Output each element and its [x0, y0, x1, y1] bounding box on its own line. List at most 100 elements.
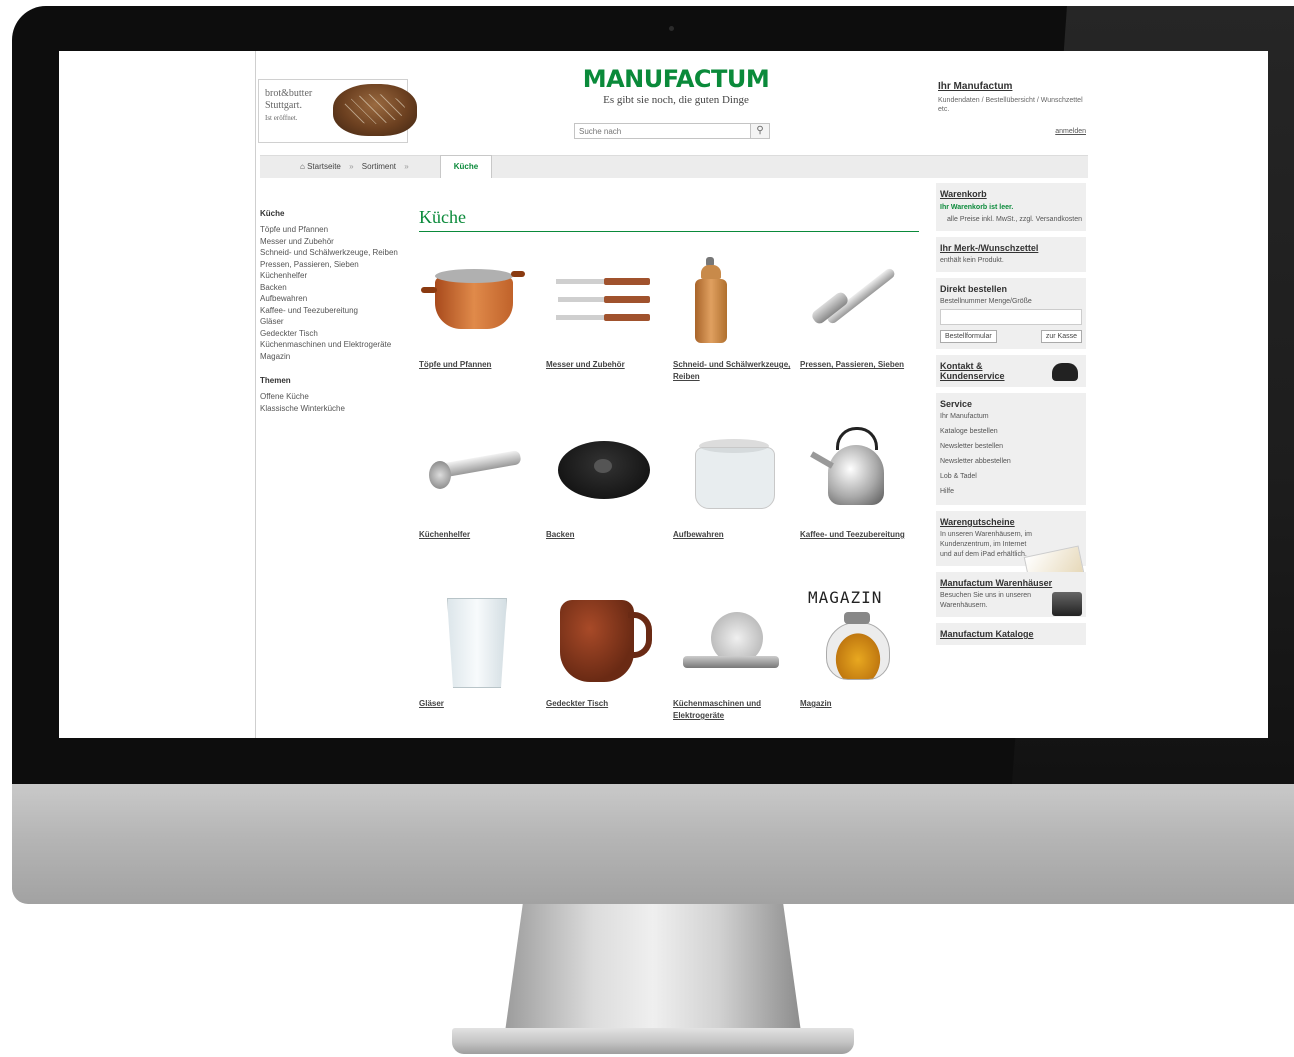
product-tile[interactable]: Pressen, Passieren, Sieben	[800, 247, 918, 371]
search-input[interactable]	[574, 123, 768, 139]
press-image	[800, 247, 918, 359]
breadcrumb-sortiment[interactable]: Sortiment	[362, 162, 396, 171]
service-item[interactable]: Hilfe	[940, 484, 1082, 499]
left-nav-item[interactable]: Gedeckter Tisch	[260, 328, 408, 340]
left-nav-item[interactable]: Aufbewahren	[260, 293, 408, 305]
cart-empty-text: Ihr Warenkorb ist leer.	[940, 204, 1014, 211]
web-page: brot&butter Stuttgart. Ist eröffnet. MAN…	[255, 51, 1268, 738]
title-underline	[419, 231, 919, 232]
stores-title[interactable]: Manufactum Warenhäuser	[940, 578, 1082, 588]
contact-box: Kontakt & Kundenservice	[936, 355, 1086, 387]
direct-order-box: Direkt bestellen Bestellnummer Menge/Grö…	[936, 278, 1086, 349]
product-caption[interactable]: Küchenmaschinen und Elektrogeräte	[673, 698, 791, 722]
teapot-image: MAGAZIN	[800, 586, 918, 698]
left-nav-item[interactable]: Schneid- und Schälwerkzeuge, Reiben	[260, 247, 408, 259]
right-sidebar: Warenkorb Ihr Warenkorb ist leer. alle P…	[936, 183, 1086, 651]
product-caption[interactable]: Küchenhelfer	[419, 529, 537, 541]
service-box: Service Ihr Manufactum Kataloge bestelle…	[936, 393, 1086, 505]
service-item[interactable]: Lob & Tadel	[940, 469, 1082, 484]
product-caption[interactable]: Töpfe und Pfannen	[419, 359, 537, 371]
themes-heading: Themen	[260, 376, 291, 385]
service-item[interactable]: Newsletter bestellen	[940, 439, 1082, 454]
order-number-input[interactable]	[940, 309, 1082, 325]
monitor-stand-neck	[505, 904, 801, 1032]
page-title: Küche	[419, 207, 466, 227]
store-building-image	[1052, 592, 1082, 616]
product-caption[interactable]: Schneid- und Schälwerkzeuge, Reiben	[673, 359, 791, 383]
left-nav-item[interactable]: Backen	[260, 282, 408, 294]
wishlist-title[interactable]: Ihr Merk-/Wunschzettel	[940, 243, 1082, 253]
ad-line-2: Stuttgart.	[265, 100, 302, 111]
product-caption[interactable]: Kaffee- und Teezubereitung	[800, 529, 918, 541]
product-tile[interactable]: Küchenhelfer	[419, 417, 537, 541]
stores-box: Manufactum Warenhäuser Besuchen Sie uns …	[936, 572, 1086, 617]
product-caption[interactable]: Pressen, Passieren, Sieben	[800, 359, 918, 371]
product-tile[interactable]: Aufbewahren	[673, 417, 791, 541]
service-item[interactable]: Kataloge bestellen	[940, 424, 1082, 439]
catalogs-title[interactable]: Manufactum Kataloge	[940, 629, 1082, 639]
product-tile[interactable]: MAGAZIN Magazin	[800, 586, 918, 710]
product-tile[interactable]: Gläser	[419, 586, 537, 710]
service-item[interactable]: Newsletter abbestellen	[940, 454, 1082, 469]
product-tile[interactable]: Kaffee- und Teezubereitung	[800, 417, 918, 541]
logo-tagline: Es gibt sie noch, die guten Dinge	[603, 94, 749, 106]
vouchers-box: Warengutscheine In unseren Warenhäusern,…	[936, 511, 1086, 585]
vouchers-text: In unseren Warenhäusern, im Kundenzentru…	[940, 531, 1032, 558]
login-link[interactable]: anmelden	[1055, 128, 1086, 135]
magazin-logo: MAGAZIN	[808, 588, 883, 607]
account-link[interactable]: Ihr Manufactum	[938, 81, 1090, 92]
product-tile[interactable]: Gedeckter Tisch	[546, 586, 664, 710]
product-caption[interactable]: Messer und Zubehör	[546, 359, 664, 371]
order-form-button[interactable]: Bestellformular	[940, 330, 997, 343]
ad-text: brot&butter Stuttgart. Ist eröffnet.	[265, 88, 327, 124]
left-nav-item[interactable]: Kaffee- und Teezubereitung	[260, 305, 408, 317]
account-box: Ihr Manufactum Kundendaten / Bestellüber…	[938, 81, 1090, 135]
product-tile[interactable]: Küchenmaschinen und Elektrogeräte	[673, 586, 791, 722]
product-caption[interactable]: Gedeckter Tisch	[546, 698, 664, 710]
kettle-image	[800, 417, 918, 529]
product-caption[interactable]: Backen	[546, 529, 664, 541]
left-nav-spacer	[260, 362, 408, 376]
left-nav-item[interactable]: Magazin	[260, 351, 408, 363]
left-nav-item[interactable]: Pressen, Passieren, Sieben	[260, 259, 408, 271]
service-item[interactable]: Ihr Manufactum	[940, 409, 1082, 424]
breadcrumb-bar: ⌂ Startseite » Sortiment » Küche	[260, 155, 1088, 178]
breadcrumb-current-tab[interactable]: Küche	[440, 155, 492, 178]
breadcrumb-home[interactable]: Startseite	[307, 162, 341, 171]
direct-order-title: Direkt bestellen	[940, 284, 1008, 294]
monitor-stand-foot	[452, 1028, 854, 1054]
ad-banner-brot-butter[interactable]: brot&butter Stuttgart. Ist eröffnet.	[258, 79, 417, 143]
breadcrumb-separator-icon: »	[404, 162, 409, 171]
vouchers-title[interactable]: Warengutscheine	[940, 517, 1082, 527]
checkout-button[interactable]: zur Kasse	[1040, 330, 1082, 343]
product-tile[interactable]: Schneid- und Schälwerkzeuge, Reiben	[673, 247, 791, 383]
wishlist-box: Ihr Merk-/Wunschzettel enthält kein Prod…	[936, 237, 1086, 272]
search-button[interactable]: ⚲	[750, 123, 770, 139]
left-nav-item[interactable]: Messer und Zubehör	[260, 236, 408, 248]
product-tile[interactable]: Messer und Zubehör	[546, 247, 664, 371]
wishlist-text: enthält kein Produkt.	[940, 257, 1004, 264]
left-nav-item[interactable]: Küchenhelfer	[260, 270, 408, 282]
left-nav-item[interactable]: Töpfe und Pfannen	[260, 224, 408, 236]
bread-image	[333, 84, 417, 136]
product-caption[interactable]: Aufbewahren	[673, 529, 791, 541]
service-title: Service	[940, 399, 973, 409]
direct-order-columns: Bestellnummer Menge/Größe	[940, 298, 1032, 305]
camera-dot	[669, 26, 674, 31]
product-caption[interactable]: Magazin	[800, 698, 918, 710]
telephone-icon	[1052, 363, 1078, 381]
product-tile[interactable]: Backen	[546, 417, 664, 541]
theme-item[interactable]: Offene Küche	[260, 391, 408, 403]
contact-title[interactable]: Kontakt & Kundenservice	[940, 361, 1040, 381]
site-logo[interactable]: MANUFACTUM Es gibt sie noch, die guten D…	[576, 66, 776, 106]
cart-title[interactable]: Warenkorb	[940, 189, 1082, 199]
left-nav-item[interactable]: Gläser	[260, 316, 408, 328]
theme-item[interactable]: Klassische Winterküche	[260, 403, 408, 415]
baking-tin-image	[546, 417, 664, 529]
ad-line-3: Ist eröffnet.	[265, 114, 298, 122]
product-caption[interactable]: Gläser	[419, 698, 537, 710]
left-nav-item[interactable]: Küchenmaschinen und Elektrogeräte	[260, 339, 408, 351]
monitor-chin	[12, 784, 1294, 904]
product-tile[interactable]: Töpfe und Pfannen	[419, 247, 537, 371]
stores-text: Besuchen Sie uns in unseren Warenhäusern…	[940, 592, 1032, 609]
